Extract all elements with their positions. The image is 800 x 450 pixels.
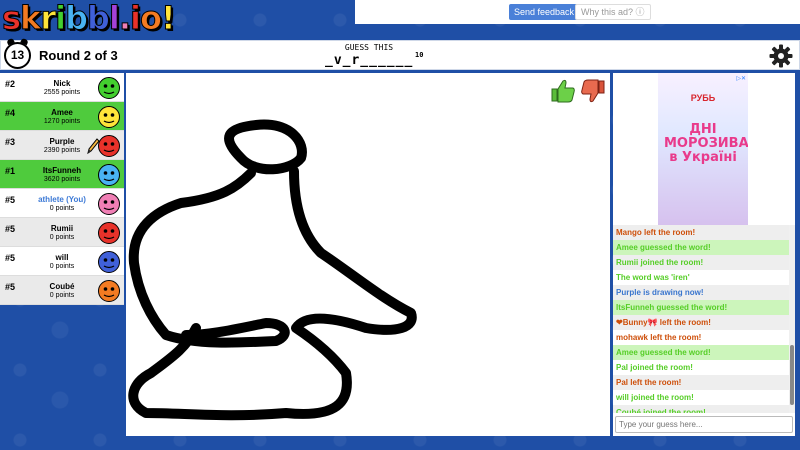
- player-row[interactable]: #1 ItsFunneh 3620 points: [0, 160, 124, 189]
- player-row[interactable]: #2 Nick 2555 points: [0, 73, 124, 102]
- side-ad[interactable]: ▷✕ РУБЬ ДНІ МОРОЗИВА в Україні: [658, 73, 748, 225]
- player-name: will: [55, 253, 69, 262]
- player-points: 0 points: [49, 205, 75, 212]
- gear-icon[interactable]: [769, 44, 793, 68]
- player-rank: #5: [5, 282, 16, 292]
- player-rank: #5: [5, 224, 16, 234]
- thumbs-down-icon[interactable]: [581, 79, 605, 103]
- player-name: athlete (You): [38, 195, 86, 204]
- chat-message: Purple is drawing now!: [613, 285, 789, 300]
- logo-letter: i: [55, 0, 67, 37]
- avatar: [98, 251, 120, 273]
- logo-letter: i: [130, 0, 142, 37]
- avatar: [98, 106, 120, 128]
- chat-log: Mango left the room! Amee guessed the wor…: [613, 225, 789, 413]
- chat-scrollbar[interactable]: [789, 225, 795, 413]
- avatar: [98, 164, 120, 186]
- player-row[interactable]: #5 Coubé 0 points: [0, 276, 124, 305]
- player-name: Nick: [53, 79, 71, 88]
- player-rank: #2: [5, 79, 16, 89]
- logo-letter: b: [86, 0, 110, 37]
- ad-brand: РУБЬ: [690, 93, 716, 103]
- ad-choices-icon[interactable]: ▷✕: [736, 75, 746, 82]
- avatar: [98, 280, 120, 302]
- player-name: Coubé: [49, 282, 75, 291]
- chat-message: Pal left the room!: [613, 375, 789, 390]
- logo-letter: l: [108, 0, 120, 37]
- chat-message: Amee guessed the word!: [613, 240, 789, 255]
- why-this-ad-button[interactable]: Why this ad? ⓘ: [575, 4, 651, 20]
- chat-message: ItsFunneh guessed the word!: [613, 300, 789, 315]
- player-name: ItsFunneh: [42, 166, 82, 175]
- logo-letter: o: [139, 0, 162, 37]
- player-row[interactable]: #5 athlete (You) 0 points: [0, 189, 124, 218]
- drawing-canvas[interactable]: [126, 73, 610, 436]
- drawing: [128, 119, 417, 421]
- player-rank: #3: [5, 137, 16, 147]
- send-feedback-button[interactable]: Send feedback: [509, 4, 580, 20]
- top-ad-banner: Send feedback Why this ad? ⓘ: [355, 0, 800, 24]
- guess-input[interactable]: [615, 416, 793, 433]
- rating-icons: [551, 79, 605, 103]
- player-name: Amee: [51, 108, 73, 117]
- logo-letter: .: [118, 0, 131, 37]
- chat-message: will joined the room!: [616, 393, 694, 402]
- player-rank: #5: [5, 253, 16, 263]
- thumbs-up-icon[interactable]: [551, 79, 575, 103]
- player-rank: #4: [5, 108, 16, 118]
- chat-message: Pal joined the room!: [616, 363, 693, 372]
- vote-buttons: [550, 77, 606, 110]
- scrollbar-thumb[interactable]: [790, 345, 794, 405]
- logo-letter: r: [40, 0, 57, 37]
- player-points: 0 points: [49, 234, 75, 241]
- player-name: Rumii: [50, 224, 74, 233]
- skribbl-logo: skribbl.io!: [1, 0, 176, 37]
- logo-letter: k: [20, 0, 42, 37]
- avatar: [98, 77, 120, 99]
- player-points: 0 points: [49, 263, 75, 270]
- player-row[interactable]: #4 Amee 1270 points: [0, 102, 124, 131]
- player-rank: #5: [5, 195, 16, 205]
- word-length: 10: [415, 51, 424, 59]
- chat-message: mohawk left the room!: [616, 333, 702, 342]
- player-row[interactable]: #5 Rumii 0 points: [0, 218, 124, 247]
- right-panel: ▷✕ РУБЬ ДНІ МОРОЗИВА в Україні Mango lef…: [613, 73, 795, 436]
- chat-message: Rumii joined the room!: [613, 255, 789, 270]
- player-points: 3620 points: [43, 176, 81, 183]
- logo-letter: b: [65, 0, 89, 37]
- player-rank: #1: [5, 166, 16, 176]
- player-points: 0 points: [49, 292, 75, 299]
- pencil-icon: [87, 138, 100, 155]
- avatar: [98, 135, 120, 157]
- player-points: 2555 points: [43, 89, 81, 96]
- chat-message: Mango left the room!: [613, 225, 789, 240]
- logo-letter: !: [160, 0, 176, 37]
- player-list: #2 Nick 2555 points #4 Amee 1270 points #3 Purp…: [0, 73, 124, 305]
- word-hint: _v_r______: [325, 53, 414, 68]
- player-row[interactable]: #3 Purple 2390 points: [0, 131, 124, 160]
- chat-message: The word was 'iren': [616, 273, 690, 282]
- game-header: 13 Round 2 of 3 GUESS THIS _v_r______ 10: [0, 40, 800, 70]
- ad-headline: ДНІ МОРОЗИВА в Україні: [664, 122, 748, 165]
- chat-message: Amee guessed the word!: [613, 345, 789, 360]
- guess-this-label: GUESS THIS: [344, 43, 394, 52]
- chat-message: Coubé joined the room!: [613, 405, 789, 413]
- avatar: [98, 222, 120, 244]
- logo-letter: s: [1, 0, 21, 37]
- player-row[interactable]: #5 will 0 points: [0, 247, 124, 276]
- avatar: [98, 193, 120, 215]
- chat-message: ❤Bunny🎀 left the room!: [613, 315, 789, 330]
- player-points: 1270 points: [43, 118, 81, 125]
